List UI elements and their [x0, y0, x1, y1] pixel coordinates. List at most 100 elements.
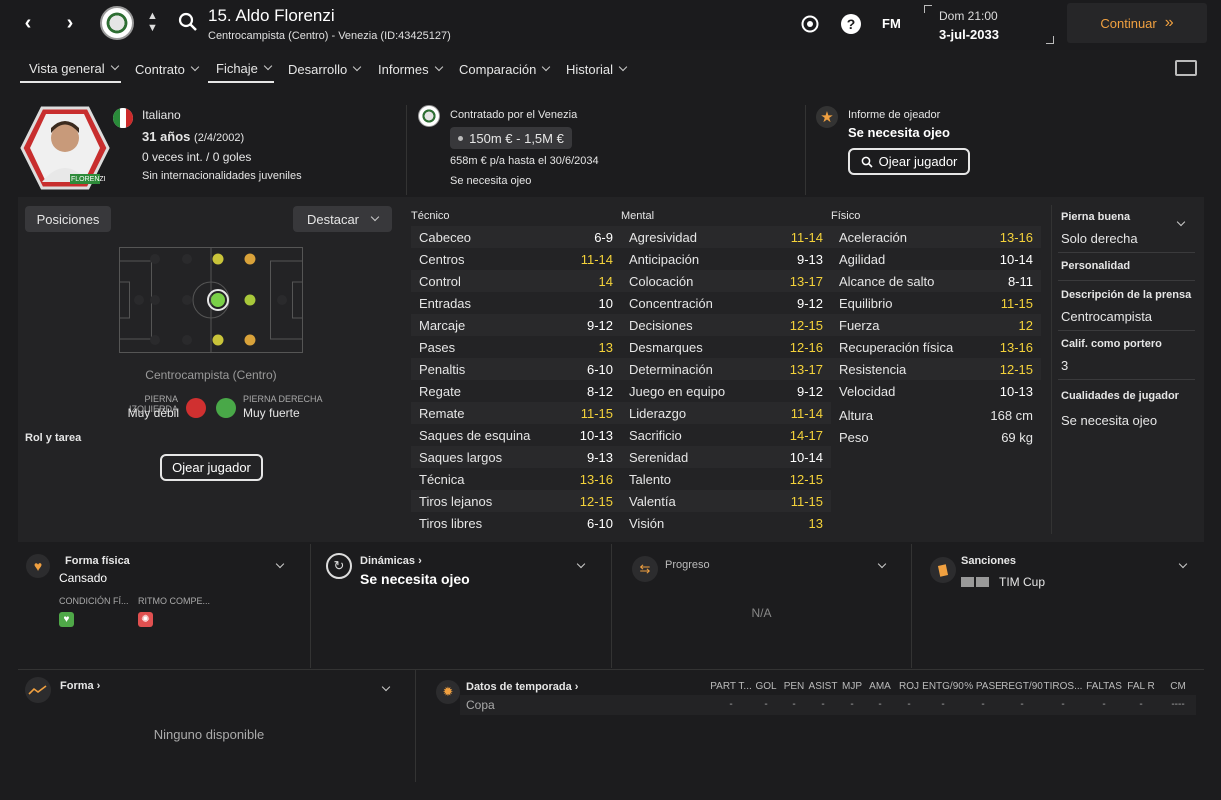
tab-contrato[interactable]: Contrato [135, 55, 200, 83]
mental-attribute-row[interactable]: Anticipación 9-13 [621, 248, 831, 270]
tab-comparacion[interactable]: Comparación [459, 55, 551, 83]
season-row [460, 695, 1196, 715]
mental-attribute-row[interactable]: Desmarques 12-16 [621, 336, 831, 358]
season-column-header[interactable]: FALTAS [1086, 681, 1122, 692]
mental-attribute-row[interactable]: Talento 12-15 [621, 468, 831, 490]
tab-desarrollo[interactable]: Desarrollo [288, 55, 362, 83]
tab-informes[interactable]: Informes [378, 55, 443, 83]
tab-bar: Vista general Contrato Fichaje Desarroll… [0, 55, 1221, 85]
back-icon[interactable]: ‹ [15, 10, 41, 36]
season-column-header[interactable]: MJP [842, 681, 862, 692]
player-switch-icon[interactable]: ▲ ▼ [147, 10, 158, 34]
date-value: 3-jul-2033 [939, 27, 999, 42]
football-icon[interactable] [800, 14, 820, 34]
technical-attribute-row[interactable]: Penaltis 6-10 [411, 358, 621, 380]
season-column-header[interactable]: TIROS... [1044, 681, 1083, 692]
physical-attribute-row[interactable]: Fuerza 12 [831, 314, 1041, 336]
technical-attribute-row[interactable]: Remate 11-15 [411, 402, 621, 424]
season-column-header[interactable]: ENTG/90 [922, 681, 964, 692]
physical-attribute-row[interactable]: Alcance de salto 8-11 [831, 270, 1041, 292]
date-corner-tl [924, 5, 932, 13]
chevron-down-icon[interactable] [381, 682, 391, 692]
mental-attribute-row[interactable]: Juego en equipo 9-12 [621, 380, 831, 402]
technical-attribute-row[interactable]: Cabeceo 6-9 [411, 226, 621, 248]
season-cell: - [850, 699, 854, 710]
transfer-value: 150m € - 1,5M € [469, 130, 564, 146]
physical-attribute-value: 8-11 [1007, 273, 1033, 289]
highlight-dropdown[interactable]: Destacar [293, 206, 392, 232]
tab-historial[interactable]: Historial [566, 55, 628, 83]
season-column-header[interactable]: REGT/90 [1001, 681, 1043, 692]
season-column-header[interactable]: ASIST [809, 681, 838, 692]
form-title[interactable]: Forma › [60, 680, 100, 692]
technical-attribute-name: Control [419, 273, 461, 289]
technical-attribute-row[interactable]: Regate 8-12 [411, 380, 621, 402]
physical-attribute-name: Alcance de salto [839, 273, 935, 289]
technical-attribute-value: 10 [598, 295, 613, 311]
technical-attribute-row[interactable]: Técnica 13-16 [411, 468, 621, 490]
technical-attribute-row[interactable]: Tiros libres 6-10 [411, 512, 621, 534]
physical-attribute-row[interactable]: Aceleración 13-16 [831, 226, 1041, 248]
mental-attribute-row[interactable]: Liderazgo 11-14 [621, 402, 831, 424]
left-foot-value: Muy débil [127, 406, 179, 420]
fm-logo[interactable]: FM [882, 16, 901, 31]
gk-rating-label: Calif. como portero [1061, 338, 1162, 350]
physical-attribute-value: 10-14 [999, 251, 1033, 267]
press-value: Centrocampista [1061, 309, 1153, 324]
physical-attribute-row[interactable]: Equilibrio 11-15 [831, 292, 1041, 314]
technical-attribute-row[interactable]: Pases 13 [411, 336, 621, 358]
technical-attribute-value: 11-14 [580, 251, 613, 267]
physical-attribute-row[interactable]: Agilidad 10-14 [831, 248, 1041, 270]
technical-attribute-row[interactable]: Saques largos 9-13 [411, 446, 621, 468]
mental-attribute-name: Sacrificio [629, 427, 682, 443]
mental-attribute-row[interactable]: Visión 13 [621, 512, 831, 534]
tab-vista-general[interactable]: Vista general [20, 55, 121, 83]
technical-attribute-value: 9-12 [586, 317, 613, 333]
search-icon[interactable] [178, 12, 198, 32]
tab-fichaje[interactable]: Fichaje [208, 55, 274, 83]
mental-attribute-name: Anticipación [629, 251, 700, 267]
season-column-header[interactable]: PEN [784, 681, 805, 692]
physical-attribute-value: 12-15 [999, 361, 1033, 377]
technical-attribute-row[interactable]: Entradas 10 [411, 292, 621, 314]
mental-attribute-row[interactable]: Concentración 9-12 [621, 292, 831, 314]
physical-attribute-row[interactable]: Recuperación física 13-16 [831, 336, 1041, 358]
mental-attribute-row[interactable]: Sacrificio 14-17 [621, 424, 831, 446]
forward-icon[interactable]: › [57, 10, 83, 36]
season-title[interactable]: Datos de temporada › [466, 681, 578, 693]
technical-attribute-row[interactable]: Saques de esquina 10-13 [411, 424, 621, 446]
technical-attribute-row[interactable]: Control 14 [411, 270, 621, 292]
physical-attribute-row[interactable]: Velocidad 10-13 [831, 380, 1041, 402]
positions-tab[interactable]: Posiciones [25, 206, 111, 232]
mental-attribute-row[interactable]: Valentía 11-15 [621, 490, 831, 512]
scout-player-button-top[interactable]: Ojear jugador [848, 148, 970, 175]
club-crest-icon[interactable] [100, 6, 134, 40]
season-column-header[interactable]: % PASE [964, 681, 1002, 692]
season-column-header[interactable]: GOL [755, 681, 776, 692]
monitor-icon[interactable] [1175, 60, 1197, 76]
technical-attribute-row[interactable]: Tiros lejanos 12-15 [411, 490, 621, 512]
help-icon[interactable]: ? [841, 14, 861, 34]
double-chevron-right-icon: » [1164, 14, 1174, 31]
scout-player-button[interactable]: Ojear jugador [160, 454, 263, 481]
mental-attribute-row[interactable]: Agresividad 11-14 [621, 226, 831, 248]
season-column-header[interactable]: ROJ [899, 681, 919, 692]
wage: 658m € p/a hasta el 30/6/2034 [450, 155, 599, 167]
physical-attribute-row[interactable]: Resistencia 12-15 [831, 358, 1041, 380]
season-column-header[interactable]: AMA [869, 681, 891, 692]
technical-attribute-name: Entradas [419, 295, 472, 311]
technical-attribute-row[interactable]: Centros 11-14 [411, 248, 621, 270]
season-column-header[interactable]: CM [1170, 681, 1186, 692]
mental-attribute-row[interactable]: Colocación 13-17 [621, 270, 831, 292]
mental-attribute-row[interactable]: Decisiones 12-15 [621, 314, 831, 336]
mental-attribute-value: 9-12 [796, 295, 823, 311]
transfer-value-pill[interactable]: 150m € - 1,5M € [450, 127, 572, 149]
technical-attribute-row[interactable]: Marcaje 9-12 [411, 314, 621, 336]
dynamics-title[interactable]: Dinámicas › [360, 555, 422, 567]
season-column-header[interactable]: FAL R [1127, 681, 1154, 692]
mental-attribute-row[interactable]: Serenidad 10-14 [621, 446, 831, 468]
season-column-header[interactable]: PART T... [710, 681, 752, 692]
continue-button[interactable]: Continuar » [1067, 3, 1207, 43]
season-cell: - [729, 699, 733, 710]
mental-attribute-row[interactable]: Determinación 13-17 [621, 358, 831, 380]
